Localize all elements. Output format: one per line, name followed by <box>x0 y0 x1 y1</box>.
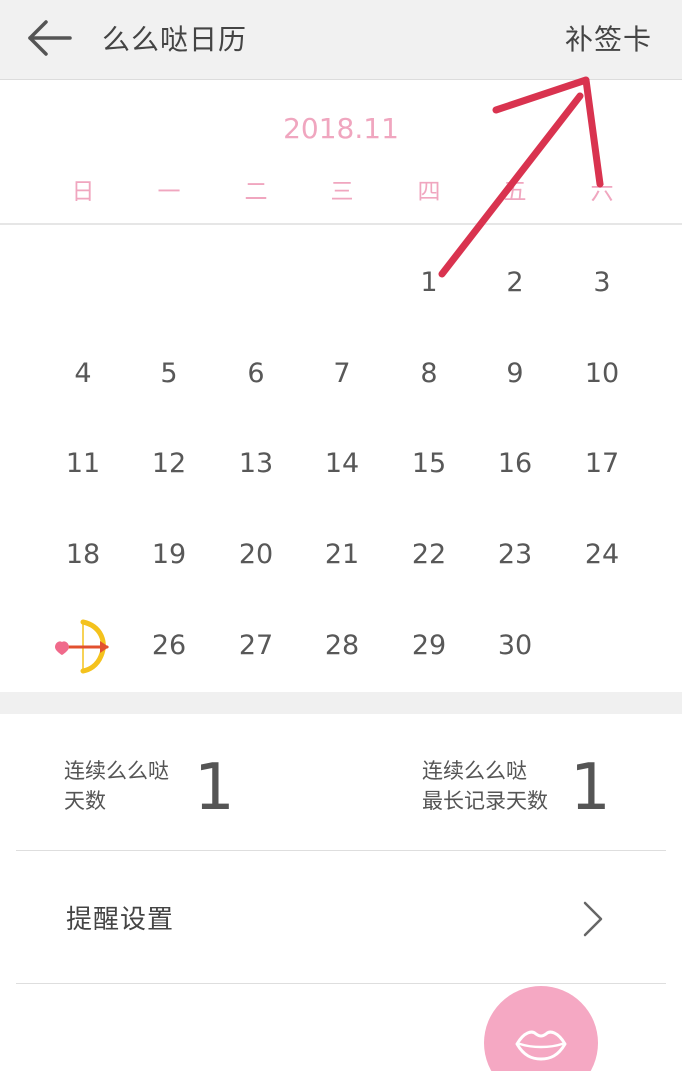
weekday-header: 日 一 二 三 四 五 六 <box>0 172 682 206</box>
calendar-day[interactable]: 27 <box>213 601 299 691</box>
weekday-tue: 二 <box>244 179 268 205</box>
chevron-right-icon <box>583 901 603 937</box>
arrow-left-icon <box>28 20 72 56</box>
calendar-day[interactable]: 11 <box>40 419 126 509</box>
streak-label-line1: 连续么么哒 <box>64 759 169 783</box>
kiss-fab-button[interactable] <box>484 986 598 1071</box>
section-separator <box>0 692 682 714</box>
calendar-day[interactable]: 13 <box>213 419 299 509</box>
calendar-day[interactable]: 16 <box>472 419 558 509</box>
calendar-day[interactable]: 3 <box>559 238 645 328</box>
longest-label-line1: 连续么么哒 <box>422 759 527 783</box>
calendar-day[interactable]: 12 <box>126 419 212 509</box>
weekday-sat: 六 <box>590 179 614 205</box>
page-title: 么么哒日历 <box>102 23 248 56</box>
longest-streak-label: 连续么么哒 最长记录天数 <box>422 756 548 816</box>
calendar-day[interactable]: 20 <box>213 510 299 600</box>
calendar-day[interactable]: 29 <box>386 601 472 691</box>
calendar-day[interactable]: 28 <box>299 601 385 691</box>
reminder-settings-row[interactable]: 提醒设置 <box>0 851 682 983</box>
calendar-day-checked-in[interactable] <box>40 601 126 691</box>
calendar-day[interactable]: 19 <box>126 510 212 600</box>
calendar-day[interactable]: 4 <box>40 329 126 419</box>
streak-label: 连续么么哒 天数 <box>64 756 169 816</box>
calendar-day[interactable]: 22 <box>386 510 472 600</box>
calendar-day[interactable]: 9 <box>472 329 558 419</box>
calendar-day[interactable]: 7 <box>299 329 385 419</box>
top-bar: 么么哒日历 补签卡 <box>0 0 682 80</box>
weekday-wed: 三 <box>330 179 354 205</box>
calendar-day[interactable]: 26 <box>126 601 212 691</box>
makeup-card-button[interactable]: 补签卡 <box>565 18 652 58</box>
calendar-grid: 1 2 3 4 5 6 7 8 9 10 11 12 13 14 15 16 1… <box>0 226 682 692</box>
calendar-day[interactable]: 15 <box>386 419 472 509</box>
longest-streak-value: 1 <box>570 751 611 825</box>
calendar-day[interactable]: 30 <box>472 601 558 691</box>
calendar-day[interactable]: 21 <box>299 510 385 600</box>
calendar-day[interactable]: 2 <box>472 238 558 328</box>
reminder-settings-label: 提醒设置 <box>66 905 175 935</box>
calendar-day[interactable]: 1 <box>386 238 472 328</box>
weekday-fri: 五 <box>503 179 527 205</box>
calendar-day[interactable]: 23 <box>472 510 558 600</box>
calendar-day[interactable]: 10 <box>559 329 645 419</box>
weekday-thu: 四 <box>417 179 441 205</box>
streak-label-line2: 天数 <box>64 789 106 813</box>
calendar-day[interactable]: 18 <box>40 510 126 600</box>
calendar-day[interactable]: 14 <box>299 419 385 509</box>
calendar-day[interactable]: 6 <box>213 329 299 419</box>
back-button[interactable] <box>24 16 76 60</box>
cupid-bow-heart-icon <box>55 619 109 674</box>
divider <box>0 223 682 225</box>
weekday-sun: 日 <box>71 179 95 205</box>
calendar-day[interactable]: 8 <box>386 329 472 419</box>
calendar-day[interactable]: 24 <box>559 510 645 600</box>
weekday-mon: 一 <box>157 179 181 205</box>
longest-label-line2: 最长记录天数 <box>422 789 548 813</box>
calendar-day[interactable]: 17 <box>559 419 645 509</box>
month-label: 2018.11 <box>283 112 399 145</box>
lips-icon <box>515 1030 567 1061</box>
streak-value: 1 <box>194 751 235 825</box>
divider <box>16 983 666 984</box>
calendar-day[interactable]: 5 <box>126 329 212 419</box>
